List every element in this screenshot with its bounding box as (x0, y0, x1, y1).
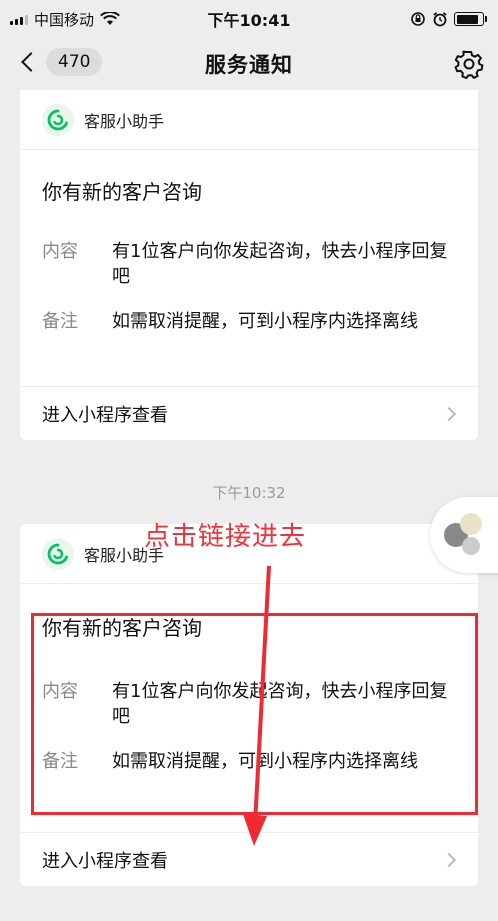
alarm-icon (433, 12, 447, 27)
floating-ball-button[interactable] (430, 497, 498, 573)
nav-bar: 470 服务通知 (0, 38, 498, 90)
message-feed[interactable]: 客服小助手 你有新的客户咨询 内容 有1位客户向你发起咨询，快去小程序回复吧 备… (0, 90, 498, 921)
annotation-text: 点击链接进去 (144, 522, 307, 552)
note-label: 备注 (42, 311, 78, 332)
content-label: 内容 (42, 241, 78, 262)
link-label: 进入小程序查看 (42, 404, 168, 426)
message-timestamp: 下午10:32 (212, 484, 286, 502)
floating-app-icon (442, 513, 486, 557)
status-right (410, 11, 487, 27)
unread-count-badge: 470 (46, 48, 103, 76)
open-miniprogram-link[interactable]: 进入小程序查看 (20, 386, 478, 440)
sender-name: 客服小助手 (84, 111, 165, 131)
status-bar: 中国移动 下午10:41 (0, 0, 498, 38)
carrier-name: 中国移动 (34, 10, 95, 29)
back-button[interactable]: 470 (18, 48, 103, 76)
battery-icon (454, 12, 487, 26)
note-row: 备注 如需取消提醒，可到小程序内选择离线 (20, 309, 478, 334)
content-value: 有1位客户向你发起咨询，快去小程序回复吧 (112, 241, 448, 287)
assistant-bot-icon (42, 537, 74, 570)
link-label: 进入小程序查看 (42, 850, 168, 872)
message-card: 客服小助手 你有新的客户咨询 内容 有1位客户向你发起咨询，快去小程序回复吧 备… (20, 90, 478, 440)
rotation-lock-icon (411, 12, 425, 26)
gear-icon[interactable] (454, 49, 484, 79)
page-title: 服务通知 (205, 53, 293, 77)
status-left: 中国移动 (10, 9, 120, 30)
note-value: 如需取消提醒，可到小程序内选择离线 (112, 311, 418, 332)
chevron-right-icon (441, 852, 457, 867)
annotation-arrow-icon (243, 565, 271, 846)
content-row: 内容 有1位客户向你发起咨询，快去小程序回复吧 (20, 239, 478, 289)
wifi-icon (100, 12, 120, 25)
chevron-left-icon (21, 52, 41, 72)
chevron-right-icon (441, 406, 457, 421)
assistant-bot-icon (42, 103, 74, 136)
message-title: 你有新的客户咨询 (42, 180, 202, 204)
signal-icon (10, 13, 28, 25)
card-header: 客服小助手 (20, 90, 478, 150)
